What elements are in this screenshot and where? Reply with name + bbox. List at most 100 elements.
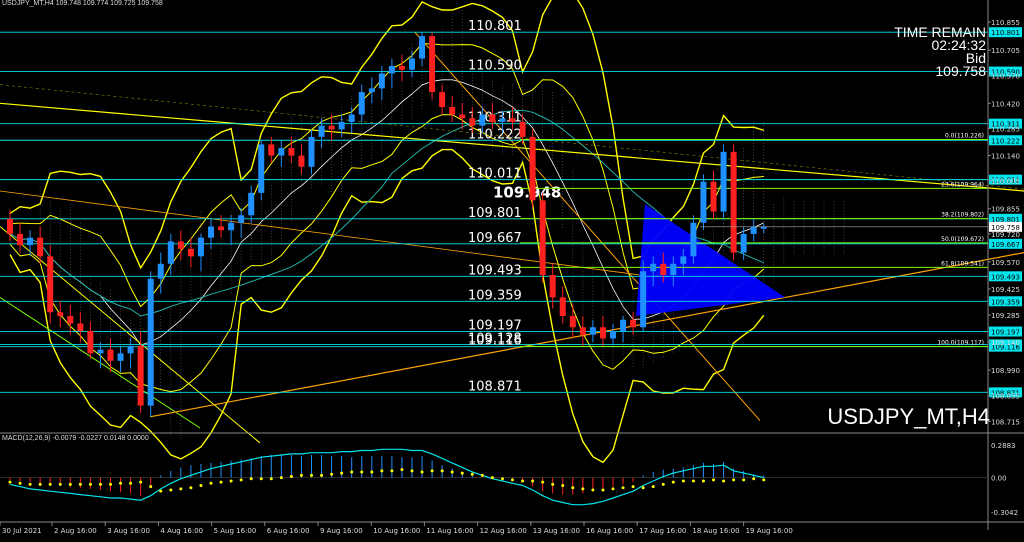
macd-signal-dot <box>350 470 354 474</box>
macd-signal-dot <box>571 486 575 490</box>
macd-signal-dot <box>450 470 454 474</box>
macd-signal-dot <box>88 482 92 486</box>
macd-signal-dot <box>109 482 112 486</box>
candle-body <box>620 319 627 331</box>
macd-signal-dot <box>289 474 293 478</box>
candle-body <box>328 125 335 130</box>
time-tick-label: 12 Aug 16:00 <box>480 527 527 535</box>
macd-signal-dot <box>581 487 585 491</box>
axis-tick-label: 110.285 <box>991 125 1020 133</box>
candle-body <box>208 226 214 238</box>
candle-body <box>710 181 717 212</box>
candle-body <box>599 327 606 339</box>
level-label: 109.667 <box>468 231 522 246</box>
macd-signal-dot <box>68 482 72 486</box>
macd-signal-dot <box>611 487 615 491</box>
macd-signal-dot <box>490 476 494 480</box>
candle-body <box>47 256 54 313</box>
candle-body <box>589 327 596 335</box>
macd-signal-dot <box>651 485 655 489</box>
macd-signal-dot <box>380 469 384 473</box>
macd-signal-dot <box>511 478 514 482</box>
time-tick-label: 2 Aug 16:00 <box>54 527 97 535</box>
macd-signal-dot <box>58 482 62 486</box>
macd-signal-dot <box>18 481 22 485</box>
macd-signal-dot <box>671 480 675 484</box>
candle-body <box>97 349 104 354</box>
fib-label: 38.2(109.802) <box>941 212 984 219</box>
candle-body <box>77 323 84 331</box>
time-tick-label: 30 Jul 2021 <box>2 527 42 535</box>
macd-signal-dot <box>410 469 414 473</box>
price-chart-svg: 110.801110.801110.590110.590110.311110.3… <box>0 0 1024 538</box>
candle-body <box>137 345 144 406</box>
time-tick-label: 13 Aug 16:00 <box>533 527 580 535</box>
candle-body <box>288 148 295 156</box>
candle-body <box>720 151 727 212</box>
candle-body <box>268 144 275 156</box>
macd-signal-dot <box>199 484 203 488</box>
candle-body <box>87 330 94 354</box>
macd-signal-dot <box>219 480 223 484</box>
candle-body <box>509 118 516 122</box>
candle-body <box>107 349 114 361</box>
candle-body <box>378 73 385 89</box>
candle-body <box>549 274 556 298</box>
macd-signal-dot <box>8 480 12 484</box>
macd-signal-dot <box>320 473 324 477</box>
macd-signal-dot <box>28 482 32 486</box>
macd-signal-dot <box>340 471 344 475</box>
candle-body <box>167 241 174 264</box>
macd-signal-dot <box>440 469 444 473</box>
candle-body <box>147 278 154 406</box>
candle-body <box>27 237 34 246</box>
candle-body <box>610 330 616 339</box>
macd-header: MACD(12,26,9) -0.0079 -0.0227 0.0148 0.0… <box>2 435 149 442</box>
candle-body <box>569 316 576 328</box>
candle-body <box>640 271 647 328</box>
candle-body <box>278 148 285 156</box>
candle-body <box>197 237 204 257</box>
macd-signal-dot <box>159 489 163 493</box>
level-label: 110.011 <box>468 167 522 182</box>
candle-body <box>690 222 697 257</box>
fib-label: 61.8(109.541) <box>941 260 984 267</box>
level-tag-text: 109.197 <box>991 329 1020 337</box>
candle-body <box>338 121 345 130</box>
candle-body <box>388 65 395 74</box>
macd-signal-dot <box>631 485 635 489</box>
macd-signal-dot <box>531 479 535 483</box>
chart-canvas[interactable]: 110.801110.801110.590110.590110.311110.3… <box>0 0 1024 538</box>
level-tag-text: 110.801 <box>991 29 1020 37</box>
level-label: 110.590 <box>468 59 522 74</box>
candle-body <box>308 136 315 167</box>
candle-body <box>358 92 365 115</box>
level-label: 110.801 <box>468 19 522 34</box>
candle-body <box>479 114 486 126</box>
candle-body <box>238 215 245 223</box>
time-tick-label: 19 Aug 16:00 <box>746 527 793 535</box>
macd-axis-label: -0.3042 <box>991 509 1018 517</box>
macd-signal-dot <box>330 472 334 476</box>
candle-body <box>348 114 355 122</box>
candle-body <box>258 144 265 193</box>
candle-body <box>117 353 124 361</box>
candle-body <box>7 219 13 234</box>
macd-signal-dot <box>712 478 715 482</box>
macd-signal-dot <box>551 482 555 486</box>
macd-signal-dot <box>480 473 484 477</box>
axis-tick-label: 110.005 <box>991 178 1020 186</box>
fib-label: 100.0(109.117) <box>937 339 984 346</box>
macd-signal-dot <box>641 486 645 490</box>
time-tick-label: 5 Aug 16:00 <box>214 527 257 535</box>
candle-body <box>429 36 436 93</box>
candle-body <box>37 237 44 257</box>
candle-body <box>368 88 375 93</box>
macd-signal-dot <box>621 486 625 490</box>
macd-signal-dot <box>129 481 133 485</box>
fib-label: 0.0(110.226) <box>945 133 984 140</box>
axis-tick-label: 110.570 <box>991 72 1020 80</box>
macd-signal-dot <box>752 477 756 481</box>
candle-body <box>700 181 707 223</box>
candle-body <box>57 312 64 317</box>
